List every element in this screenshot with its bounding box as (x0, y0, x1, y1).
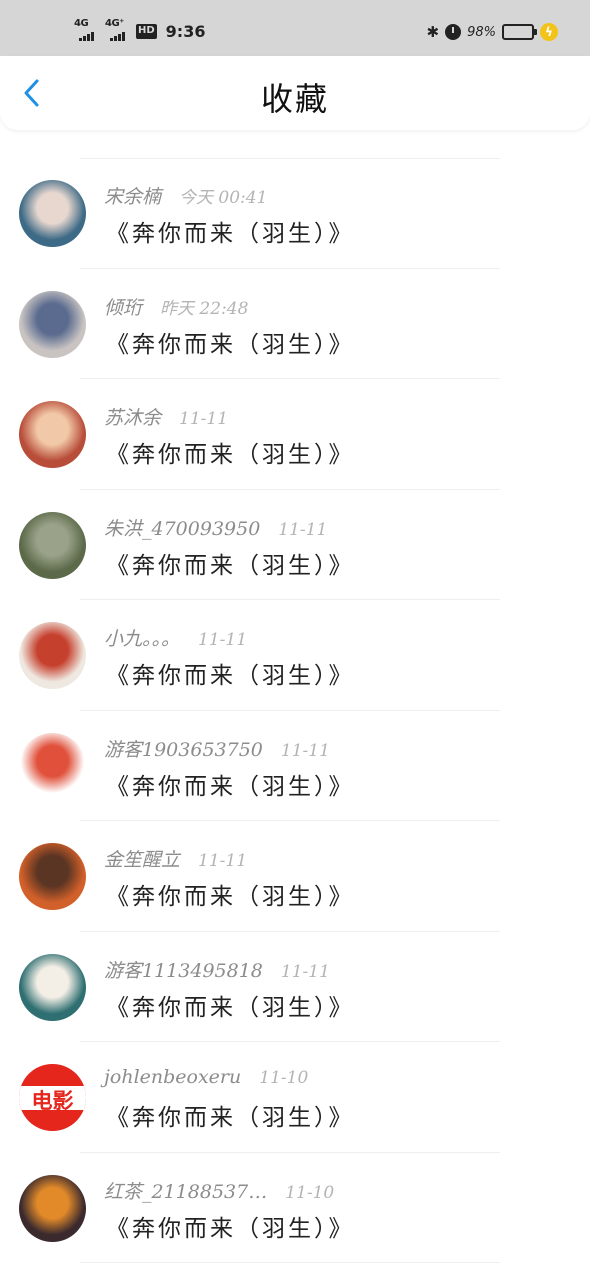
item-meta: 小九。。。 11-11 (104, 624, 247, 650)
list-item[interactable]: 电影 johlenbeoxeru 11-10 《奔你而来（羽生）》 (0, 1042, 590, 1153)
favorite-title[interactable]: 《奔你而来（羽生）》 (106, 546, 355, 580)
signal-icon: 4G⁺ (105, 18, 131, 41)
item-meta: 游客1113495818 11-11 (104, 956, 330, 982)
item-meta: 红茶_21188537… 11-10 (104, 1177, 334, 1203)
favorites-list: 宋余楠 今天 00:41 《奔你而来（羽生）》 倾珩 昨天 22:48 《奔你而来（羽生）… (0, 158, 590, 1263)
page-title: 收藏 (260, 80, 329, 118)
avatar[interactable] (19, 732, 86, 800)
charging-icon: ϟ (540, 23, 558, 41)
username[interactable]: 小九。。。 (104, 624, 180, 651)
bluetooth-icon: ✱ (426, 23, 440, 41)
signal-icon: 4G (74, 18, 100, 41)
favorite-title[interactable]: 《奔你而来（羽生）》 (106, 1098, 355, 1132)
timestamp: 11-11 (179, 409, 229, 429)
avatar[interactable] (19, 180, 86, 247)
list-item[interactable]: 游客1113495818 11-11 《奔你而来（羽生）》 (0, 932, 590, 1043)
favorite-title[interactable]: 《奔你而来（羽生）》 (106, 435, 355, 469)
avatar[interactable] (19, 622, 86, 689)
item-meta: 倾珩 昨天 22:48 (104, 293, 248, 319)
username[interactable]: 苏沐余 (104, 403, 161, 430)
item-meta: 苏沐余 11-11 (104, 403, 228, 429)
list-item[interactable]: 小九。。。 11-11 《奔你而来（羽生）》 (0, 600, 590, 711)
avatar[interactable] (19, 401, 86, 468)
list-item[interactable]: 朱洪_470093950 11-11 《奔你而来（羽生）》 (0, 490, 590, 601)
timestamp: 11-11 (280, 961, 330, 982)
username[interactable]: 朱洪_470093950 (104, 514, 260, 541)
timestamp: 11-11 (280, 740, 330, 761)
timestamp: 11-10 (285, 1182, 335, 1203)
item-meta: 金笙醒立 11-11 (104, 845, 247, 871)
avatar[interactable] (19, 511, 86, 579)
avatar[interactable] (19, 290, 86, 358)
timestamp: 今天 00:41 (179, 188, 268, 208)
item-meta: 朱洪_470093950 11-11 (104, 514, 327, 540)
status-bar: 4G 4G⁺ HD 9:36 ✱ 98% ϟ (0, 0, 590, 56)
favorite-title[interactable]: 《奔你而来（羽生）》 (106, 214, 355, 248)
timestamp: 11-11 (198, 630, 248, 650)
timestamp: 昨天 22:48 (160, 298, 249, 319)
username[interactable]: 游客1903653750 (104, 735, 263, 762)
username[interactable]: 游客1113495818 (104, 956, 263, 983)
nav-bar: 收藏 (0, 56, 590, 130)
avatar[interactable]: 电影 (19, 1064, 86, 1131)
avatar[interactable] (19, 843, 86, 910)
favorite-title[interactable]: 《奔你而来（羽生）》 (106, 988, 355, 1022)
favorite-title[interactable]: 《奔你而来（羽生）》 (106, 767, 355, 801)
favorite-title[interactable]: 《奔你而来（羽生）》 (106, 1209, 355, 1243)
item-meta: 游客1903653750 11-11 (104, 735, 330, 761)
timestamp: 11-11 (278, 519, 328, 540)
favorite-title[interactable]: 《奔你而来（羽生）》 (106, 877, 355, 911)
timestamp: 11-11 (198, 851, 248, 871)
list-item[interactable]: 宋余楠 今天 00:41 《奔你而来（羽生）》 (0, 158, 590, 269)
avatar[interactable] (19, 1174, 86, 1242)
list-item[interactable]: 游客1903653750 11-11 《奔你而来（羽生）》 (0, 711, 590, 822)
username[interactable]: johlenbeoxeru (104, 1066, 241, 1088)
favorite-title[interactable]: 《奔你而来（羽生）》 (106, 656, 355, 690)
list-item[interactable]: 苏沐余 11-11 《奔你而来（羽生）》 (0, 379, 590, 490)
avatar-text: 电影 (31, 1089, 74, 1113)
username[interactable]: 宋余楠 (104, 182, 161, 209)
item-meta: johlenbeoxeru 11-10 (104, 1066, 308, 1092)
list-item[interactable]: 倾珩 昨天 22:48 《奔你而来（羽生）》 (0, 269, 590, 380)
username[interactable]: 红茶_21188537… (104, 1177, 267, 1204)
username[interactable]: 金笙醒立 (104, 845, 180, 872)
list-item[interactable]: 红茶_21188537… 11-10 《奔你而来（羽生）》 (0, 1153, 590, 1264)
avatar[interactable] (19, 953, 86, 1021)
battery-percent: 98% (467, 24, 496, 40)
list-item[interactable]: 金笙醒立 11-11 《奔你而来（羽生）》 (0, 821, 590, 932)
hd-voice-icon: HD (136, 23, 157, 39)
item-meta: 宋余楠 今天 00:41 (104, 182, 267, 208)
username[interactable]: 倾珩 (104, 293, 142, 320)
alarm-icon (445, 24, 462, 40)
favorite-title[interactable]: 《奔你而来（羽生）》 (106, 325, 355, 359)
battery-icon (502, 24, 537, 40)
clock: 9:36 (165, 21, 206, 41)
timestamp: 11-10 (259, 1068, 309, 1088)
